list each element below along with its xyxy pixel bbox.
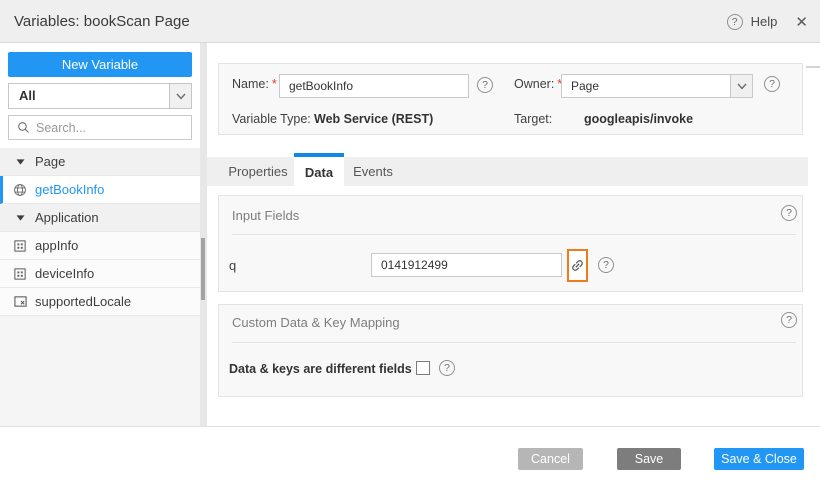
device-variable-icon [13,239,27,252]
variable-summary-panel: Name:* ? Owner:* Page ? Variable Type: W… [218,63,803,135]
tree-item-getbookinfo[interactable]: getBookInfo [0,176,200,204]
target-label: Target: [514,112,553,126]
tree-item-label: appInfo [35,238,79,253]
link-icon [567,255,588,276]
tree-item-label: deviceInfo [35,266,95,281]
sidebar-scrollbar-track[interactable] [200,43,207,426]
tree-item-label: supportedLocale [35,294,132,309]
tree-item-supportedlocale[interactable]: supportedLocale [0,288,200,316]
tab-data[interactable]: Data [294,153,344,186]
custom-mapping-help-icon[interactable]: ? [781,312,797,328]
target-value: googleapis/invoke [584,112,694,126]
section-divider [232,234,796,235]
main-scrollbar-hint [806,66,820,68]
web-service-icon [13,183,27,197]
owner-label: Owner: * [514,77,563,91]
collapse-triangle-icon[interactable] [13,158,27,166]
variables-sidebar: New Variable All Page [0,43,200,426]
param-q-label: q [229,258,237,273]
collapse-triangle-icon[interactable] [13,214,27,222]
map-link-button[interactable] [567,249,588,282]
tree-group-page[interactable]: Page [0,148,200,176]
variable-type-label: Variable Type: [232,112,311,126]
tree-group-label: Application [35,210,99,225]
custom-mapping-panel: Custom Data & Key Mapping ? Data & keys … [218,304,803,397]
sidebar-filler [0,316,200,426]
save-button[interactable]: Save [617,448,681,470]
name-help-icon[interactable]: ? [477,77,493,93]
input-fields-title: Input Fields [232,208,300,223]
new-variable-button[interactable]: New Variable [8,52,192,77]
input-fields-help-icon[interactable]: ? [781,205,797,221]
input-fields-panel: Input Fields ? q ? [218,195,803,292]
dialog-title: Variables: bookScan Page [14,13,190,30]
help-link[interactable]: Help [751,14,778,29]
detail-tabbar: Properties Data Events [207,153,808,186]
help-icon[interactable]: ? [726,13,743,30]
tree-item-appinfo[interactable]: appInfo [0,232,200,260]
search-input[interactable] [36,120,176,135]
param-q-help-icon[interactable]: ? [598,257,614,273]
owner-select-value: Page [571,79,600,93]
search-icon [16,121,30,134]
cancel-button[interactable]: Cancel [518,448,583,470]
chevron-down-icon [169,84,191,108]
name-input[interactable] [279,74,469,98]
param-q-input[interactable] [371,253,562,277]
required-asterisk: * [271,77,277,91]
different-fields-checkbox[interactable] [416,361,430,375]
close-icon[interactable]: ✕ [795,13,808,31]
name-label: Name: * [232,77,277,91]
variables-dialog: Variables: bookScan Page ? Help ✕ New Va… [0,0,820,486]
dialog-footer: Cancel Save Save & Close [0,426,820,486]
chevron-down-icon [730,75,752,97]
variable-type-value: Web Service (REST) [314,112,434,126]
locale-variable-icon [13,295,27,308]
owner-select[interactable]: Page [561,74,753,98]
tab-events[interactable]: Events [344,157,402,186]
tab-properties[interactable]: Properties [222,157,294,186]
variable-search [8,115,192,140]
tree-group-application[interactable]: Application [0,204,200,232]
tree-item-label: getBookInfo [35,182,105,197]
tree-group-label: Page [35,154,66,169]
tree-item-deviceinfo[interactable]: deviceInfo [0,260,200,288]
different-fields-label: Data & keys are different fields [229,362,412,376]
save-and-close-button[interactable]: Save & Close [714,448,804,470]
dialog-header: Variables: bookScan Page ? Help ✕ [0,0,820,43]
different-fields-help-icon[interactable]: ? [439,360,455,376]
custom-mapping-title: Custom Data & Key Mapping [232,315,400,330]
device-variable-icon [13,267,27,280]
section-divider [232,342,796,343]
owner-help-icon[interactable]: ? [764,76,780,92]
variable-filter-value: All [19,88,36,103]
variable-filter-select[interactable]: All [8,83,192,109]
sidebar-scrollbar-thumb[interactable] [201,238,205,300]
variable-tree: Page getBookInfo Application appInfo dev… [0,148,200,316]
